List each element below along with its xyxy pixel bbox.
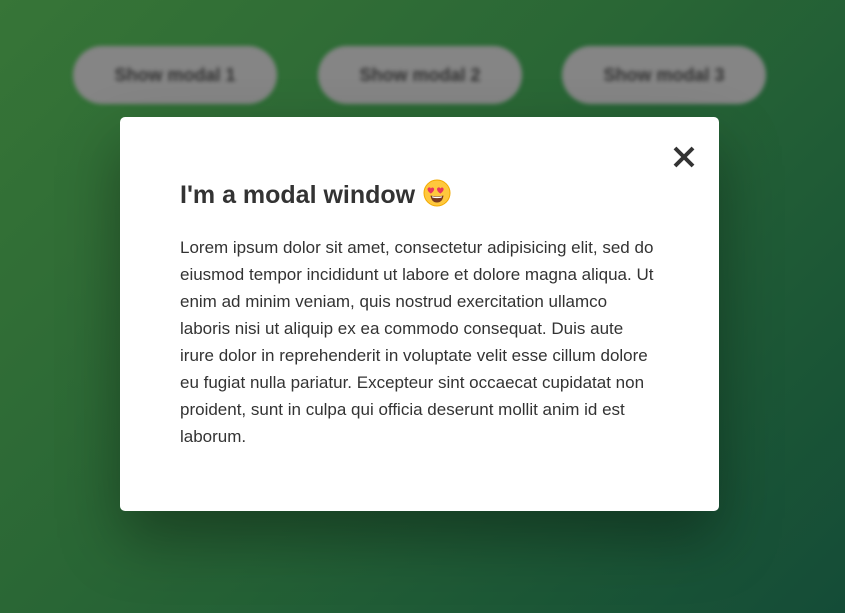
- close-icon: [669, 142, 699, 172]
- modal-title: I'm a modal window: [180, 177, 451, 217]
- modal-body-text: Lorem ipsum dolor sit amet, consectetur …: [180, 238, 654, 446]
- modal-window: I'm a modal window Lorem ipsum dolor sit…: [120, 117, 719, 511]
- close-modal-button[interactable]: [669, 142, 699, 172]
- modal-title-text: I'm a modal window: [180, 181, 416, 209]
- heart-eyes-emoji-icon: [423, 179, 451, 217]
